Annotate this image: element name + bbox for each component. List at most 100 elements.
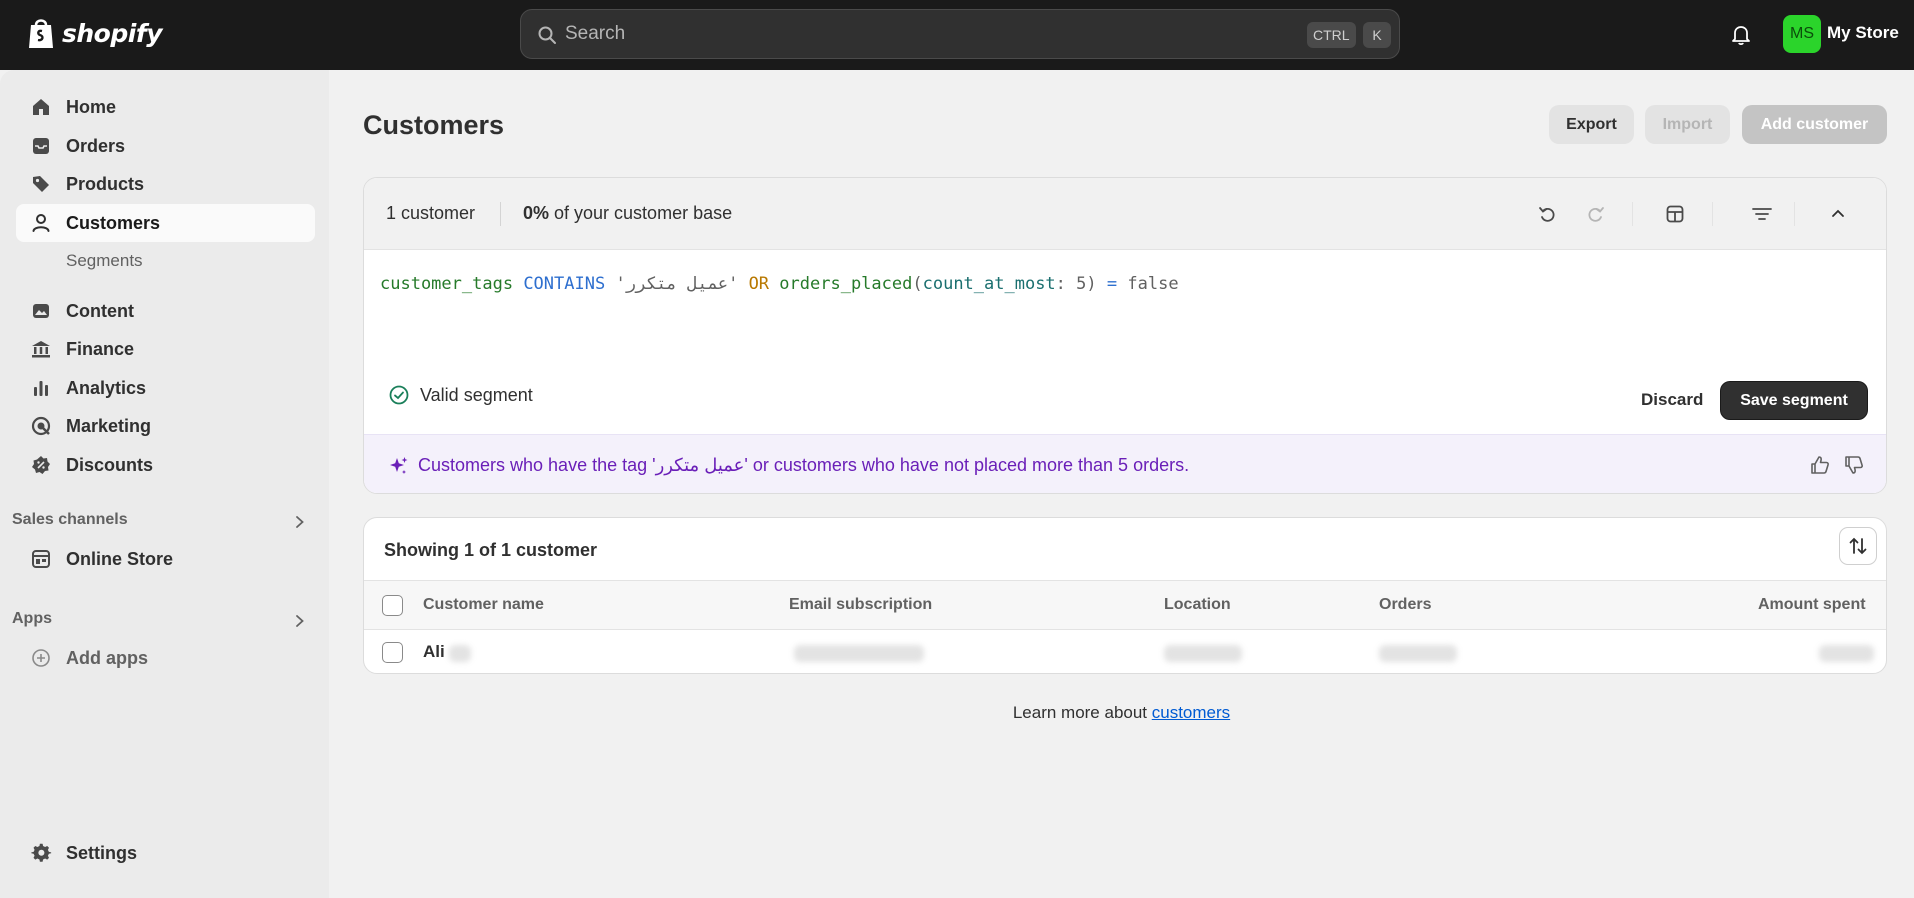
plus-circle-icon bbox=[32, 649, 50, 667]
chevron-up-icon bbox=[1832, 209, 1844, 217]
bell-icon[interactable] bbox=[1729, 22, 1753, 46]
home-icon bbox=[33, 99, 49, 115]
sidebar-subitem-label: Segments bbox=[66, 251, 143, 270]
sidebar-item-orders[interactable]: Orders bbox=[16, 127, 315, 165]
top-bar: shopify Search CTRL K MS My Store bbox=[0, 0, 1914, 70]
shopify-logo[interactable]: shopify bbox=[26, 16, 163, 50]
gear-icon bbox=[31, 843, 52, 862]
templates-button[interactable] bbox=[1662, 201, 1688, 227]
search-icon bbox=[538, 26, 556, 44]
sidebar-item-label: Products bbox=[66, 173, 145, 194]
export-button[interactable]: Export bbox=[1549, 105, 1634, 144]
column-header-amount-spent[interactable]: Amount spent bbox=[1758, 596, 1866, 614]
page-title: Customers bbox=[363, 110, 505, 140]
redo-button[interactable] bbox=[1583, 201, 1609, 227]
sidebar-item-online-store[interactable]: Online Store bbox=[16, 540, 315, 578]
blurred-name-suffix bbox=[449, 645, 471, 662]
sidebar-item-content[interactable]: Content bbox=[16, 292, 315, 330]
blurred-email-subscription bbox=[794, 645, 924, 662]
store-icon bbox=[32, 550, 50, 568]
discard-button[interactable]: Discard bbox=[1641, 390, 1703, 410]
segment-query-editor[interactable]: customer_tags CONTAINS 'عميل متكرر' OR o… bbox=[380, 274, 1179, 294]
table-row[interactable]: Ali bbox=[364, 630, 1886, 673]
query-function: orders_placed bbox=[779, 274, 913, 294]
ai-summary-text: Customers who have the tag 'عميل متكرر' … bbox=[418, 455, 1190, 475]
customer-name[interactable]: Ali bbox=[423, 642, 445, 662]
tag-icon bbox=[33, 176, 49, 192]
sort-button[interactable] bbox=[1839, 527, 1877, 565]
sidebar-item-label: Home bbox=[66, 96, 117, 117]
search-bar[interactable]: Search CTRL K bbox=[520, 9, 1400, 59]
query-boolean: false bbox=[1127, 274, 1179, 294]
sidebar-item-add-apps[interactable]: Add apps bbox=[16, 639, 315, 677]
image-icon bbox=[33, 304, 49, 318]
thumbs-down-icon[interactable] bbox=[1842, 453, 1866, 477]
filter-lines-icon bbox=[1752, 208, 1772, 220]
learn-more-prefix: Learn more about bbox=[1012, 703, 1152, 722]
shortcut-ctrl-key: CTRL bbox=[1307, 22, 1356, 48]
sparkle-icon bbox=[390, 457, 408, 474]
sidebar-item-finance[interactable]: Finance bbox=[16, 330, 315, 368]
sidebar-item-label: Customers bbox=[66, 212, 161, 233]
collapse-button[interactable] bbox=[1825, 201, 1851, 227]
undo-button[interactable] bbox=[1534, 201, 1560, 227]
chevron-right-icon[interactable] bbox=[292, 514, 308, 530]
select-all-checkbox[interactable] bbox=[382, 595, 403, 616]
percent-suffix: of your customer base bbox=[549, 203, 733, 223]
query-field: customer_tags bbox=[380, 274, 514, 294]
save-segment-button[interactable]: Save segment bbox=[1720, 381, 1868, 420]
column-header-name[interactable]: Customer name bbox=[423, 596, 544, 614]
query-param: count_at_most bbox=[922, 274, 1056, 294]
sidebar-item-discounts[interactable]: Discounts bbox=[16, 446, 315, 484]
sidebar-item-marketing[interactable]: Marketing bbox=[16, 407, 315, 445]
sidebar-item-label: Content bbox=[66, 300, 134, 321]
list-heading: Showing 1 of 1 customer bbox=[384, 540, 598, 560]
filter-button[interactable] bbox=[1749, 201, 1775, 227]
sidebar-item-label: Settings bbox=[66, 842, 138, 863]
segment-editor-header: 1 customer 0% of your customer base bbox=[364, 178, 1886, 250]
divider bbox=[1712, 202, 1713, 226]
sales-channels-heading: Sales channels bbox=[12, 511, 128, 528]
column-header-orders[interactable]: Orders bbox=[1379, 596, 1431, 614]
person-icon bbox=[32, 214, 50, 232]
shopify-bag-icon bbox=[29, 19, 53, 48]
bar-chart-icon bbox=[34, 381, 48, 396]
chevron-right-icon[interactable] bbox=[292, 613, 308, 629]
segment-customer-count: 1 customer bbox=[386, 203, 476, 223]
row-checkbox[interactable] bbox=[382, 642, 403, 663]
sidebar-item-label: Marketing bbox=[66, 415, 152, 436]
add-customer-button[interactable]: Add customer bbox=[1742, 105, 1887, 144]
ai-summary-bar: Customers who have the tag 'عميل متكرر' … bbox=[364, 434, 1886, 493]
column-header-email-subscription[interactable]: Email subscription bbox=[789, 596, 932, 614]
import-button[interactable]: Import bbox=[1645, 105, 1730, 144]
column-header-location[interactable]: Location bbox=[1164, 596, 1231, 614]
sidebar-item-products[interactable]: Products bbox=[16, 165, 315, 203]
thumbs-up-icon[interactable] bbox=[1808, 453, 1832, 477]
discount-icon bbox=[32, 456, 50, 474]
search-placeholder: Search bbox=[565, 23, 626, 44]
sidebar-item-label: Analytics bbox=[66, 377, 147, 398]
divider bbox=[500, 202, 501, 226]
check-circle-icon bbox=[389, 385, 409, 405]
sort-arrows-icon bbox=[1849, 537, 1867, 555]
learn-more-footer: Learn more about customers bbox=[329, 703, 1914, 723]
sidebar-item-analytics[interactable]: Analytics bbox=[16, 369, 315, 407]
sidebar-item-label: Orders bbox=[66, 135, 126, 156]
sidebar-item-settings[interactable]: Settings bbox=[16, 834, 315, 872]
segment-base-percent: 0% of your customer base bbox=[523, 203, 732, 224]
sidebar-item-customers[interactable]: Customers bbox=[16, 204, 315, 242]
blurred-location bbox=[1164, 645, 1242, 662]
customers-help-link[interactable]: customers bbox=[1152, 703, 1230, 722]
avatar[interactable]: MS bbox=[1783, 15, 1821, 53]
sidebar: Home Orders Products Customers Segments bbox=[0, 70, 329, 898]
sidebar-item-home[interactable]: Home bbox=[16, 88, 315, 126]
shortcut-k-key: K bbox=[1363, 22, 1391, 48]
blurred-orders bbox=[1379, 645, 1457, 662]
customer-list-card: Showing 1 of 1 customer Customer name Em… bbox=[363, 517, 1887, 674]
valid-segment-label: Valid segment bbox=[420, 384, 533, 405]
sidebar-item-segments[interactable]: Segments bbox=[16, 242, 315, 280]
query-equals: = bbox=[1106, 274, 1118, 294]
divider bbox=[1632, 202, 1633, 226]
query-or: OR bbox=[748, 274, 770, 294]
store-name[interactable]: My Store bbox=[1827, 23, 1899, 43]
